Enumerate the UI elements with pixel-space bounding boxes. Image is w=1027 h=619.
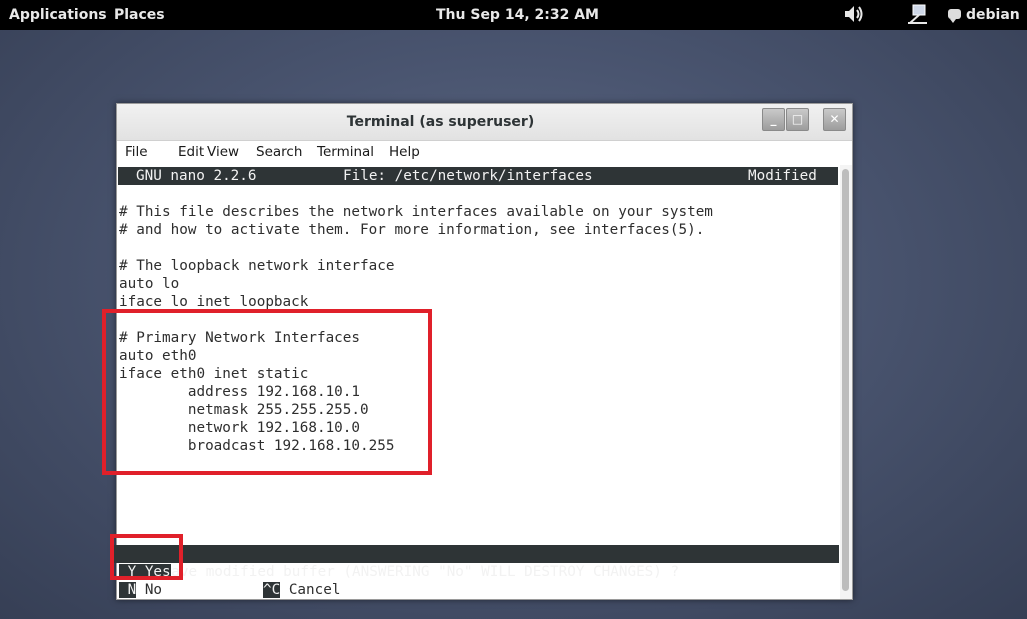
scrollbar-thumb[interactable] — [842, 169, 849, 591]
title-bar[interactable]: Terminal (as superuser) _ □ ✕ — [117, 104, 852, 141]
cancel-label: Cancel — [280, 582, 341, 598]
menu-help[interactable]: Help — [389, 144, 420, 160]
minimize-button[interactable]: _ — [762, 108, 785, 131]
menu-bar: File Edit View Search Terminal Help — [117, 141, 852, 165]
file-line: auto lo — [119, 276, 180, 292]
clock[interactable]: Thu Sep 14, 2:32 AM — [436, 7, 599, 23]
volume-icon[interactable] — [843, 4, 865, 28]
save-prompt-text: Save modified buffer (ANSWERING "No" WIL… — [162, 564, 688, 580]
option-no[interactable]: N No — [119, 581, 162, 599]
file-line: # and how to activate them. For more inf… — [119, 222, 705, 238]
file-line: # This file describes the network interf… — [119, 204, 713, 220]
chat-icon — [948, 9, 961, 23]
option-cancel[interactable]: ^C Cancel — [263, 581, 340, 599]
no-label: No — [136, 582, 163, 598]
menu-view[interactable]: View — [207, 144, 239, 160]
annotation-highlight-yes — [110, 534, 183, 580]
prompt-fill — [675, 545, 839, 563]
file-line: # The loopback network interface — [119, 258, 395, 274]
menu-file[interactable]: File — [125, 144, 148, 160]
network-icon[interactable] — [905, 3, 931, 31]
top-panel: Applications Places Thu Sep 14, 2:32 AM … — [0, 0, 1027, 30]
places-menu[interactable]: Places — [114, 7, 165, 23]
nano-filename: File: /etc/network/interfaces — [343, 168, 593, 184]
window-title: Terminal (as superuser) — [346, 114, 535, 130]
menu-edit[interactable]: Edit — [178, 144, 204, 160]
no-key: N — [119, 582, 137, 598]
menu-search[interactable]: Search — [256, 144, 302, 160]
user-name: debian — [966, 7, 1020, 23]
nano-status: Modified — [748, 168, 817, 184]
nano-header: GNU nano 2.2.6 File: /etc/network/interf… — [118, 167, 838, 185]
cancel-key: ^C — [263, 582, 281, 598]
save-prompt: Save modified buffer (ANSWERING "No" WIL… — [111, 545, 839, 580]
annotation-highlight-interfaces — [102, 309, 432, 475]
applications-menu[interactable]: Applications — [9, 7, 107, 23]
maximize-button[interactable]: □ — [786, 108, 809, 131]
menu-terminal[interactable]: Terminal — [317, 144, 374, 160]
nano-version: GNU nano 2.2.6 — [136, 168, 257, 184]
close-button[interactable]: ✕ — [823, 108, 846, 131]
user-menu[interactable]: debian — [948, 7, 1020, 23]
scrollbar[interactable] — [840, 165, 852, 599]
